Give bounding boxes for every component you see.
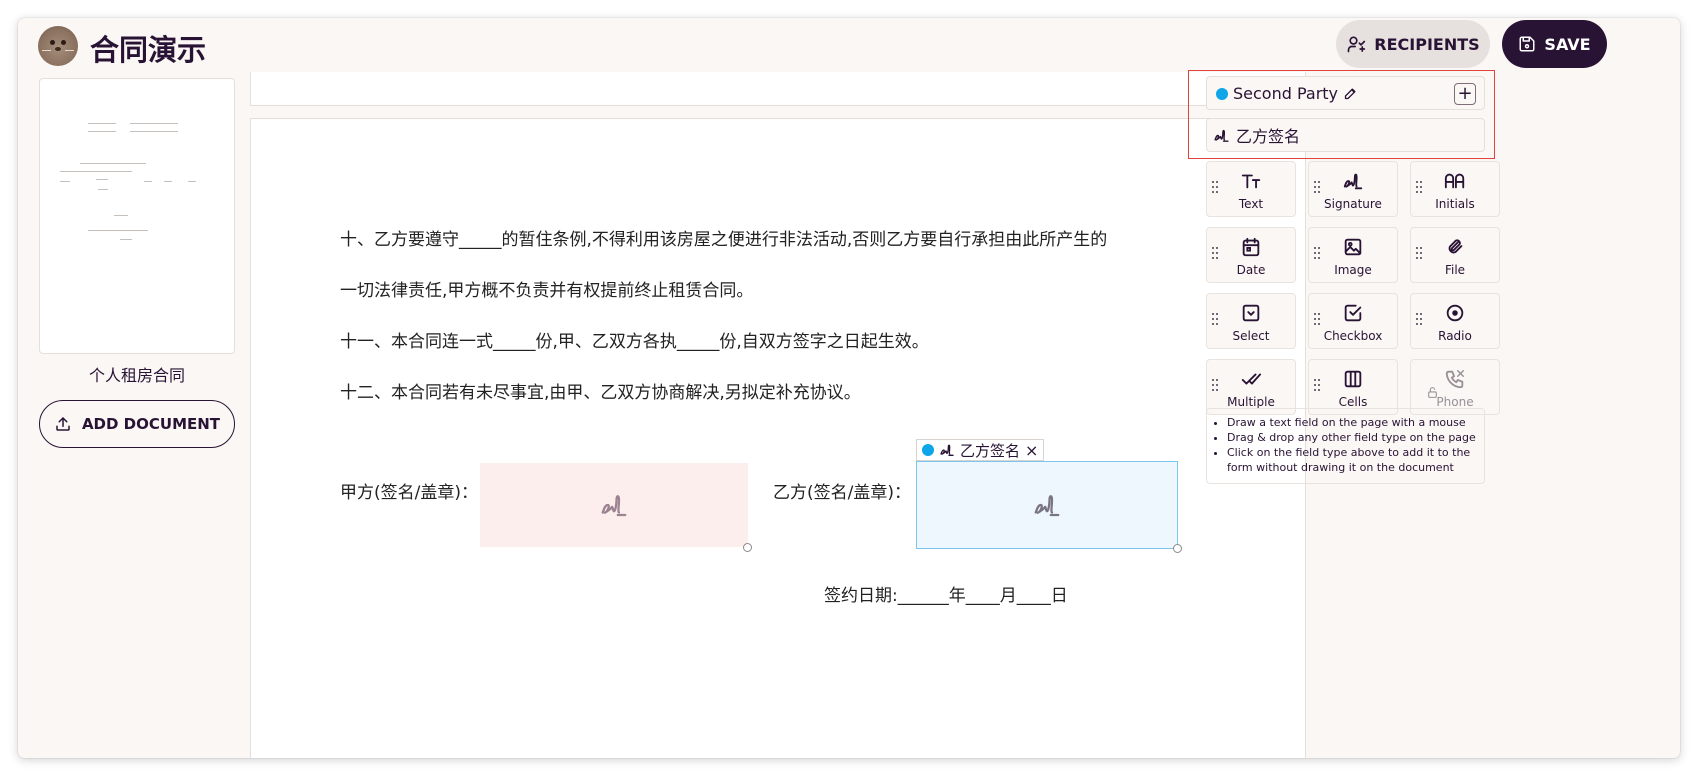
initials-icon [1444,170,1466,192]
tool-label: Multiple [1227,395,1275,409]
paperclip-icon [1444,236,1466,258]
recipients-button[interactable]: RECIPIENTS [1336,20,1490,68]
tip-item: Click on the field type above to add it … [1227,445,1476,475]
clause-10-line-2: 一切法律责任,甲方概不负责并有权提前终止租赁合同。 [340,281,754,301]
tool-label: Radio [1438,329,1472,343]
field-tag-label: 乙方签名 [960,441,1021,460]
add-document-label: ADD DOCUMENT [81,415,221,433]
document-page: 十、乙方要遵守_____的暂住条例,不得利用该房屋之便进行非法活动,否则乙方要自… [250,118,1306,758]
tool-select[interactable]: Select [1206,293,1296,349]
checkbox-icon [1342,302,1364,324]
calendar-icon [1240,236,1262,258]
logo [38,26,78,66]
party-color-dot [1216,88,1228,100]
tool-label: Initials [1435,197,1475,211]
previous-page [250,72,1306,106]
signature-icon [1034,495,1060,517]
tool-label: Checkbox [1323,329,1383,343]
tool-label: Phone [1436,395,1474,409]
tool-cells[interactable]: Cells [1308,359,1398,415]
field-list-item-label: 乙方签名 [1236,127,1301,146]
select-icon [1240,302,1262,324]
text-icon [1240,170,1262,192]
tip-item: Drag & drop any other field type on the … [1227,430,1476,445]
field-list-item[interactable]: 乙方签名 [1206,118,1485,152]
signature-icon [1342,170,1364,192]
pencil-icon[interactable] [1343,86,1358,101]
tool-label: Date [1236,263,1266,277]
close-icon[interactable]: × [1025,441,1038,460]
signature-icon [1214,129,1229,142]
clause-11: 十一、本合同连一式_____份,甲、乙双方各执_____份,自双方签字之日起生效… [340,332,929,352]
image-icon [1342,236,1364,258]
double-check-icon [1240,368,1262,390]
tool-initials[interactable]: Initials [1410,161,1500,217]
upload-icon [56,417,70,431]
add-party-button[interactable]: + [1454,83,1476,105]
second-party-signature-field[interactable] [916,461,1178,549]
signature-icon [940,444,954,456]
document-thumbnail[interactable] [39,78,235,354]
save-label: SAVE [1544,34,1591,54]
save-button[interactable]: SAVE [1502,20,1607,68]
users-icon [1347,36,1366,53]
radio-icon [1444,302,1466,324]
tool-radio[interactable]: Radio [1410,293,1500,349]
add-document-button[interactable]: ADD DOCUMENT [39,400,235,448]
app-title: 合同演示 [90,33,207,67]
selected-field-tag[interactable]: 乙方签名 × [916,439,1045,461]
clause-12: 十二、本合同若有未尽事宜,由甲、乙双方协商解决,另拟定补充协议。 [340,383,861,403]
tool-label: Select [1232,329,1270,343]
tool-label: Text [1238,197,1264,211]
tool-signature[interactable]: Signature [1308,161,1398,217]
tool-label: Image [1334,263,1372,277]
party-color-dot [922,444,934,456]
tool-multiple[interactable]: Multiple [1206,359,1296,415]
tool-text[interactable]: Text [1206,161,1296,217]
save-icon [1519,36,1535,52]
resize-handle[interactable] [743,543,752,552]
party-selector[interactable]: Second Party + [1206,76,1485,110]
tool-image[interactable]: Image [1308,227,1398,283]
tool-label: File [1444,263,1466,277]
first-party-signature-field[interactable] [480,463,748,547]
signature-icon [601,495,627,517]
tool-file[interactable]: File [1410,227,1500,283]
first-party-label: 甲方(签名/盖章)： [340,483,478,503]
second-party-label: 乙方(签名/盖章)： [773,483,911,503]
tool-phone[interactable]: Phone [1410,359,1500,415]
resize-handle[interactable] [1173,544,1182,553]
cells-icon [1342,368,1364,390]
app-window: 合同演示 RECIPIENTS SAVE 个人租房合同 ADD DOCUMENT… [18,18,1680,758]
document-name[interactable]: 个人租房合同 [39,362,235,386]
clause-10-line-1: 十、乙方要遵守_____的暂住条例,不得利用该房屋之便进行非法活动,否则乙方要自… [340,230,1108,250]
tool-label: Cells [1338,395,1368,409]
party-name: Second Party [1233,84,1339,103]
tool-label: Signature [1324,197,1382,211]
tool-date[interactable]: Date [1206,227,1296,283]
phone-icon [1444,368,1466,390]
signing-date-line: 签约日期:______年____月____日 [824,586,1068,606]
tool-checkbox[interactable]: Checkbox [1308,293,1398,349]
recipients-label: RECIPIENTS [1374,34,1480,54]
tip-item: Draw a text field on the page with a mou… [1227,415,1476,430]
help-tips: Draw a text field on the page with a mou… [1206,408,1485,484]
